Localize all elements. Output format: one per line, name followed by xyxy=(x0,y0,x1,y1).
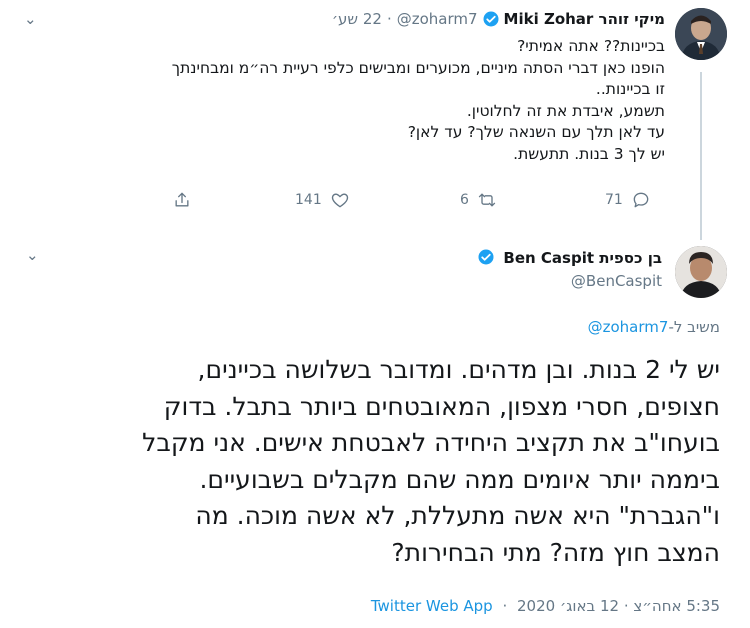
tweet-text-line: חצופים, חסרי מצפון, המאובטחים ביותר בתבל… xyxy=(163,391,720,421)
like-icon xyxy=(331,193,348,208)
retweet-count: 6 xyxy=(460,192,469,208)
separator-dot: · xyxy=(502,597,508,615)
user-handle[interactable]: @BenCaspit xyxy=(571,272,662,290)
tweet-text-line: ביממה יותר איומים ממה שהם מקבלים בשבועיי… xyxy=(199,464,720,494)
tweet-text-line: ו"הגברת" היא אשה מתעללת, לא אשה מוכה. מה xyxy=(195,501,720,530)
reply-count: 71 xyxy=(605,192,623,208)
display-name[interactable]: בן כספית Ben Caspit xyxy=(503,249,662,267)
share-button[interactable] xyxy=(172,190,192,210)
tweet-text-line: תשמע, איבדת את זה לחלוטין. xyxy=(466,101,665,120)
tweet-text-line: בועחו"ב את תקציב היחידה לאבטחת אישים. אנ… xyxy=(142,428,720,457)
tweet-header: בן כספית Ben Caspit xyxy=(473,248,662,267)
more-options-chevron-down-icon[interactable]: ⌄ xyxy=(24,10,37,28)
verified-badge-icon xyxy=(477,248,495,266)
avatar[interactable] xyxy=(675,8,727,60)
retweet-button[interactable]: 6 xyxy=(460,190,497,210)
tweet-time[interactable]: 22 שע׳ xyxy=(332,10,382,28)
tweet-text-line: בכיינות?? אתה אמיתי? xyxy=(517,37,665,55)
replying-to: משיב ל-@zoharm7 xyxy=(588,318,720,336)
tweet-text-line: המצב חוץ מזה? מתי הבחירות? xyxy=(391,537,720,567)
tweet-text: בכיינות?? אתה אמיתי? הופנו כאן דברי הסתה… xyxy=(25,36,665,165)
reply-icon xyxy=(633,192,649,208)
reply-button[interactable]: 71 xyxy=(605,190,651,210)
retweet-icon xyxy=(478,193,496,207)
tweet-text-line: יש לי 2 בנות. ובן מדהים. ומדובר בשלושה ב… xyxy=(197,355,720,384)
tweet-footer: 5:35 אחה״צ · 12 באוג׳ 2020 · Twitter Web… xyxy=(371,597,720,615)
user-handle[interactable]: @zoharm7 xyxy=(397,10,478,28)
display-name[interactable]: מיקי זוהר Miki Zohar xyxy=(504,10,665,28)
avatar[interactable] xyxy=(675,246,727,298)
tweet-text-line: עד לאן תלך עם השנאה שלך? עד לאן? xyxy=(407,123,665,141)
tweet-source-link[interactable]: Twitter Web App xyxy=(371,597,493,615)
tweet-timestamp[interactable]: 5:35 אחה״צ · 12 באוג׳ 2020 xyxy=(517,597,720,615)
tweet-header: מיקי זוהר Miki Zohar @zoharm7 · 22 שע׳ xyxy=(332,10,665,28)
more-options-chevron-down-icon[interactable]: ⌄ xyxy=(26,246,39,264)
tweet-text-line: זו בכיינות.. xyxy=(595,80,665,98)
verified-badge-icon xyxy=(482,10,500,28)
tweet-actions: 71 6 141 xyxy=(0,190,750,216)
tweet-text-line: הופנו כאן דברי הסתה מיניים, מכוערים ומבי… xyxy=(171,58,665,77)
tweet-miki-zohar: ⌄ מיקי זוהר Miki Zohar @zoharm7 · 22 שע׳… xyxy=(0,0,750,232)
replying-to-prefix: משיב ל- xyxy=(668,318,720,336)
tweet-text: יש לי 2 בנות. ובן מדהים. ומדובר בשלושה ב… xyxy=(20,352,720,571)
separator-dot: · xyxy=(386,10,392,28)
like-button[interactable]: 141 xyxy=(295,190,350,210)
like-count: 141 xyxy=(295,192,322,208)
replying-to-link[interactable]: @zoharm7 xyxy=(588,318,669,336)
tweet-text-line: יש לך 3 בנות. תתעשת. xyxy=(513,144,665,163)
share-icon xyxy=(175,192,189,207)
